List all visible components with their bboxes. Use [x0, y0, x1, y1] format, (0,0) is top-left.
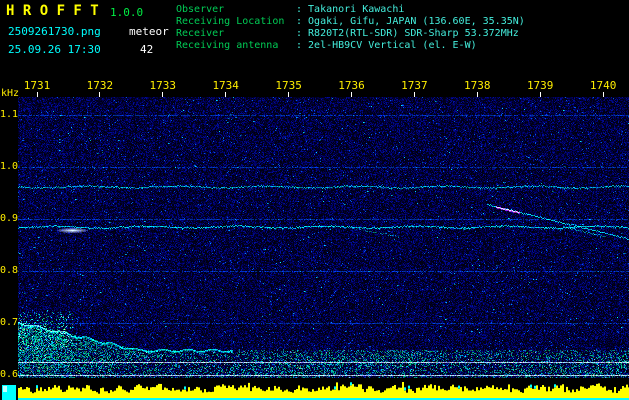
- x-tick-label: 1737: [401, 79, 428, 92]
- app-version: 1.0.0: [110, 6, 144, 19]
- info-label: Observer: [176, 4, 225, 15]
- y-tick-label: 1.0: [0, 161, 19, 173]
- y-tick-label: 0.9: [0, 213, 19, 225]
- x-tick-label: 1740: [589, 79, 617, 92]
- info-value: : 2el-HB9CV Vertical (el. E-W): [296, 40, 477, 51]
- info-row-antenna: Receiving antenna : 2el-HB9CV Vertical (e…: [176, 40, 525, 52]
- info-value: : Ogaki, Gifu, JAPAN (136.60E, 35.35N): [296, 16, 525, 27]
- x-tick-label: 1738: [464, 79, 491, 92]
- info-value: : Takanori Kawachi: [296, 4, 405, 15]
- x-tick-label: 1732: [86, 79, 114, 92]
- y-axis-unit-label: kHz: [1, 88, 20, 99]
- info-label: Receiver: [176, 28, 225, 39]
- hrofft-app: H R O F F T 1.0.0 2509261730.png meteor …: [0, 0, 629, 400]
- info-row-observer: Observer : Takanori Kawachi: [176, 4, 525, 16]
- x-tick-label: 1734: [212, 79, 239, 92]
- output-filename: 2509261730.png: [8, 25, 101, 38]
- info-label: Receiving Location: [176, 16, 285, 27]
- x-tick-label: 1739: [526, 79, 554, 92]
- info-row-location: Receiving Location : Ogaki, Gifu, JAPAN (…: [176, 16, 525, 28]
- y-tick-label: 1.1: [0, 109, 19, 121]
- mode-label: meteor: [129, 25, 169, 38]
- y-tick-label: 0.8: [0, 265, 19, 277]
- y-tick-label: 0.7: [0, 317, 19, 329]
- echo-count: 42: [140, 43, 154, 56]
- x-tick-label: 1736: [338, 79, 365, 92]
- x-tick-label: 1735: [275, 79, 302, 92]
- info-label: Receiving antenna: [176, 40, 279, 51]
- x-tick-label: 1731: [23, 79, 51, 92]
- info-value: : R820T2(RTL-SDR) SDR-Sharp 53.372MHz: [296, 28, 519, 39]
- x-tick-label: 1733: [149, 79, 177, 92]
- spectrogram-canvas: [18, 97, 629, 378]
- info-row-receiver: Receiver : R820T2(RTL-SDR) SDR-Sharp 53.3…: [176, 28, 525, 40]
- station-info: Observer : Takanori Kawachi Receiving Loc…: [176, 4, 525, 52]
- signal-meter-canvas: [0, 380, 629, 400]
- datetime-label: 25.09.26 17:30: [8, 43, 101, 56]
- app-title: H R O F F T: [6, 3, 99, 19]
